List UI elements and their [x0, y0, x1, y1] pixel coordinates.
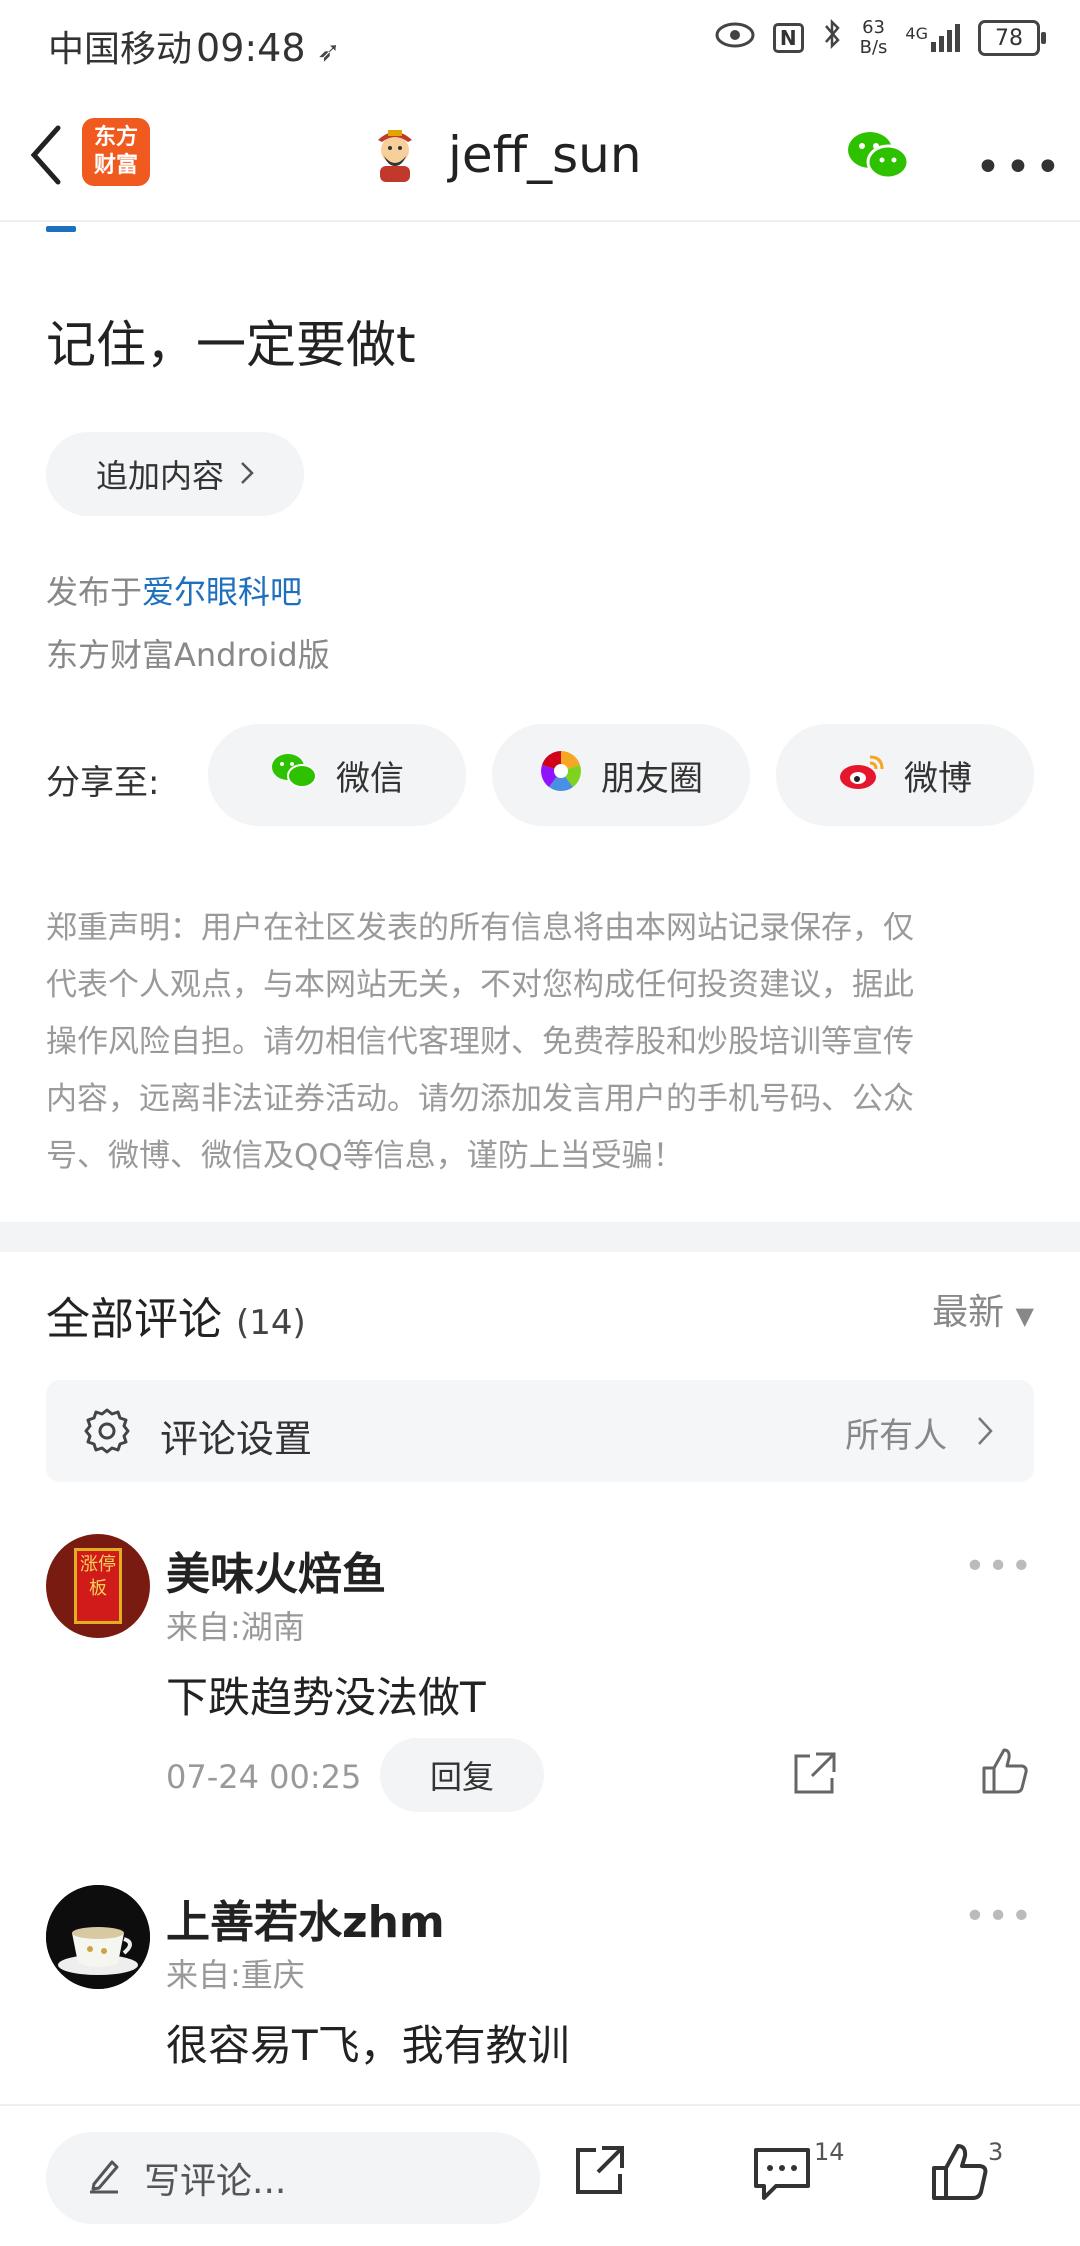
comment-settings-label: 评论设置: [160, 1417, 313, 1461]
location-arrow-icon: ➶: [316, 35, 341, 68]
comment-time: 07-24 00:25: [166, 1758, 362, 1796]
like-icon[interactable]: [980, 1746, 1030, 1800]
net-speed: 63 B/s: [859, 17, 888, 58]
avatar[interactable]: [46, 1885, 150, 1989]
eye-icon: [715, 21, 755, 56]
more-icon[interactable]: •••: [975, 142, 1065, 193]
commenter-location: 来自:重庆: [166, 1956, 305, 1994]
carrier-name: 中国移动: [48, 29, 193, 70]
like-icon[interactable]: [930, 2142, 990, 2206]
commenter-name[interactable]: 美味火焙鱼: [166, 1538, 386, 1602]
page-title: jeff_sun: [448, 126, 642, 184]
signal-icon: 4G: [905, 24, 960, 52]
wechat-icon: [270, 751, 318, 800]
sort-dropdown[interactable]: 最新 ▼: [932, 1283, 1034, 1335]
comment-more-icon[interactable]: •••: [964, 1896, 1034, 1937]
status-time: 09:48: [196, 26, 306, 70]
weibo-icon: [838, 751, 886, 800]
like-count-badge: 3: [988, 2138, 1004, 2166]
moments-icon: [539, 749, 583, 802]
caret-down-icon: ▼: [1015, 1302, 1034, 1330]
post-client: 东方财富Android版: [46, 636, 330, 674]
share-wechat-button[interactable]: 微信: [208, 724, 466, 826]
avatar-badge: 涨停板: [74, 1548, 122, 1624]
bottom-bar: 写评论... 14 3: [0, 2104, 1080, 2246]
commenter-location: 来自:湖南: [166, 1608, 305, 1646]
comment-count-badge: 14: [814, 2138, 845, 2166]
comment-settings-row[interactable]: 评论设置 所有人: [46, 1380, 1034, 1482]
back-icon[interactable]: [20, 120, 70, 194]
status-bar: 中国移动 09:48 ➶ N 63 B/s 4G 78: [0, 0, 1080, 90]
pencil-icon: [86, 2154, 122, 2203]
comment-text: 下跌趋势没法做T: [166, 1673, 486, 1722]
share-moments-button[interactable]: 朋友圈: [492, 724, 750, 826]
chevron-right-icon: [240, 455, 254, 493]
comments-count: (14): [236, 1303, 306, 1343]
comment-settings-value: 所有人: [845, 1408, 994, 1457]
comments-title: 全部评论 (14): [46, 1294, 306, 1345]
comment-text: 很容易T飞，我有教训: [166, 2021, 570, 2070]
app-logo[interactable]: 东方 财富: [82, 118, 150, 186]
battery-icon: 78: [978, 20, 1046, 56]
bluetooth-icon: [822, 18, 842, 58]
reply-button[interactable]: 回复: [380, 1738, 544, 1812]
share-weibo-button[interactable]: 微博: [776, 724, 1034, 826]
write-comment-input[interactable]: 写评论...: [46, 2132, 540, 2224]
clipped-text-fragment: [46, 220, 86, 236]
top-nav: 东方 财富 jeff_sun •••: [0, 90, 1080, 222]
nfc-icon: N: [772, 23, 804, 53]
comment-more-icon[interactable]: •••: [964, 1546, 1034, 1587]
commenter-name[interactable]: 上善若水zhm: [166, 1886, 445, 1950]
status-right: N 63 B/s 4G 78: [715, 17, 1046, 58]
post-body: 记住，一定要做t: [46, 316, 416, 374]
section-divider: [0, 1222, 1080, 1252]
wechat-icon[interactable]: [846, 128, 910, 188]
gear-icon: [82, 1406, 132, 1460]
status-left: 中国移动 09:48 ➶: [48, 20, 340, 72]
avatar[interactable]: 涨停板: [46, 1534, 150, 1638]
comment-icon[interactable]: [752, 2146, 812, 2206]
share-label: 分享至:: [46, 763, 160, 803]
forum-link[interactable]: 爱尔眼科吧: [142, 573, 302, 611]
published-in: 发布于爱尔眼科吧: [46, 573, 303, 611]
disclaimer: 郑重声明：用户在社区发表的所有信息将由本网站记录保存，仅 代表个人观点，与本网站…: [46, 910, 914, 1174]
share-icon[interactable]: [572, 2142, 628, 2202]
chevron-right-icon: [976, 1416, 994, 1456]
user-avatar-icon[interactable]: [370, 126, 420, 182]
add-content-button[interactable]: 追加内容: [46, 432, 304, 516]
share-icon[interactable]: [790, 1750, 838, 1802]
